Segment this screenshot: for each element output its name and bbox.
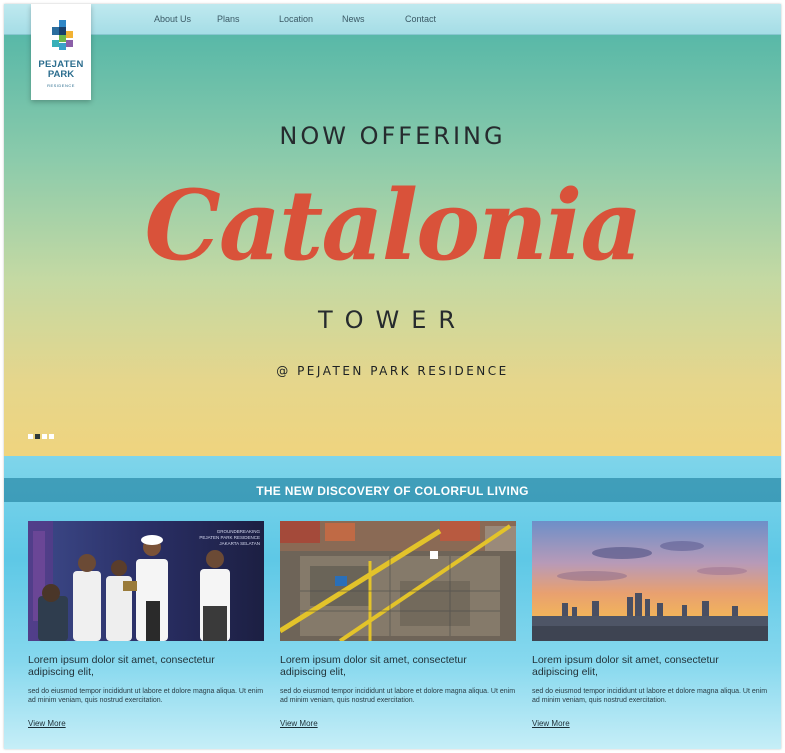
logo-mark-icon [52,20,73,50]
card-body: sed do eiusmod tempor incididunt ut labo… [280,688,516,704]
card-title: Lorem ipsum dolor sit amet, consectetur … [532,654,719,678]
skyline-photo[interactable] [532,521,768,641]
pejaten-park-logo[interactable]: PEJATEN PARK RESIDENCE [31,4,91,100]
photo-caption-text: GROUNDBREAKING [217,529,261,534]
svg-text:PEJATEN PARK RESIDENCE: PEJATEN PARK RESIDENCE [199,535,260,540]
card-title: Lorem ipsum dolor sit amet, consectetur … [28,654,215,678]
hero-slider: NOW OFFERING Catalonia TOWER @ PEJATEN P… [4,34,781,456]
view-more-link[interactable]: View More [280,719,318,728]
news-card-1: GROUNDBREAKING PEJATEN PARK RESIDENCE JA… [28,521,264,746]
slider-dot-2[interactable] [35,434,40,439]
card-title: Lorem ipsum dolor sit amet, consectetur … [280,654,467,678]
slider-dot-4[interactable] [49,434,54,439]
section-banner-title: THE NEW DISCOVERY OF COLORFUL LIVING [256,484,529,498]
hero-subtitle: @ PEJATEN PARK RESIDENCE [276,364,509,378]
card-body: sed do eiusmod tempor incididunt ut labo… [28,688,264,704]
page-frame: About Us Plans Location News Contact PEJ… [4,4,781,749]
construction-photo-image [280,521,516,641]
construction-photo[interactable] [280,521,516,641]
logo-text-park: PARK [47,69,75,80]
svg-text:JAKARTA SELATAN: JAKARTA SELATAN [219,541,260,546]
nav-news[interactable]: News [342,14,365,24]
news-card-2: Lorem ipsum dolor sit amet, consectetur … [280,521,516,746]
groundbreaking-photo-image: GROUNDBREAKING PEJATEN PARK RESIDENCE JA… [28,521,264,641]
card-body: sed do eiusmod tempor incididunt ut labo… [532,688,768,704]
news-card-3: Lorem ipsum dolor sit amet, consectetur … [532,521,768,746]
hero-tower-title: TOWER [317,306,468,334]
nav-about-us[interactable]: About Us [154,14,191,24]
nav-plans[interactable]: Plans [217,14,240,24]
view-more-link[interactable]: View More [28,719,66,728]
view-more-link[interactable]: View More [532,719,570,728]
section-banner: THE NEW DISCOVERY OF COLORFUL LIVING [4,478,781,502]
top-navbar: About Us Plans Location News Contact [4,4,781,35]
hero-script-title: Catalonia [144,169,642,282]
slider-dot-1[interactable] [28,434,33,439]
groundbreaking-photo[interactable]: GROUNDBREAKING PEJATEN PARK RESIDENCE JA… [28,521,264,641]
logo-text-residence: RESIDENCE [47,83,75,88]
slider-dot-3[interactable] [42,434,47,439]
discovery-section: THE NEW DISCOVERY OF COLORFUL LIVING GRO… [4,456,781,749]
skyline-photo-image [532,521,768,641]
hero-pre-title: NOW OFFERING [279,122,506,150]
nav-location[interactable]: Location [279,14,313,24]
nav-contact[interactable]: Contact [405,14,436,24]
